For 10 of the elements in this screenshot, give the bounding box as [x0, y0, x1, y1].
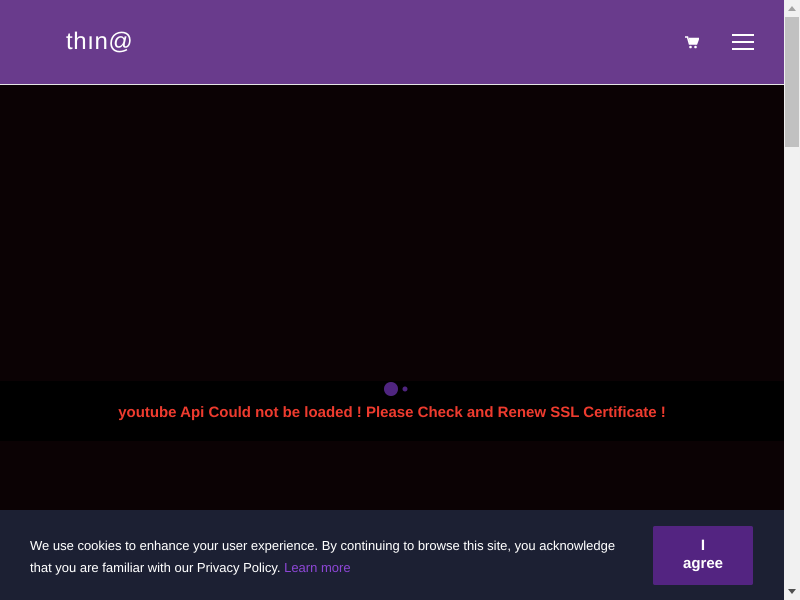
- site-logo[interactable]: thın@: [66, 24, 134, 60]
- scroll-down-icon[interactable]: [788, 589, 796, 594]
- cart-icon[interactable]: [685, 36, 699, 48]
- scroll-thumb[interactable]: [785, 17, 799, 147]
- scrollbar[interactable]: [784, 0, 800, 600]
- loading-dots-icon: [384, 382, 408, 396]
- error-message: youtube Api Could not be loaded ! Please Check and Renew SSL Certificate !: [118, 403, 666, 423]
- menu-icon[interactable]: [732, 34, 754, 50]
- cookie-notice: We use cookies to enhance your user experience. By continuing to browse this site, you acknowledge that you are familiar with our Privacy Policy. Learn more: [30, 537, 616, 577]
- agree-button[interactable]: I agree: [653, 526, 753, 584]
